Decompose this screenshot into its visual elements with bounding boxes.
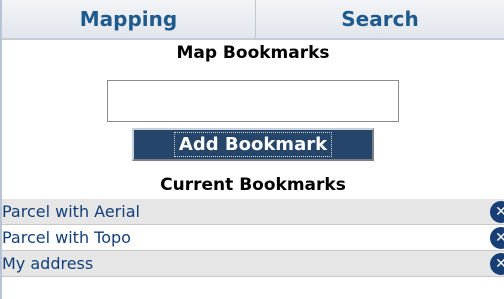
close-icon[interactable]: ✕ bbox=[490, 201, 504, 223]
bookmark-link[interactable]: Parcel with Aerial bbox=[2, 202, 140, 221]
bookmark-row-parcel-topo: Parcel with Topo ✕ bbox=[2, 225, 504, 251]
tab-search[interactable]: Search bbox=[256, 0, 504, 38]
close-icon[interactable]: ✕ bbox=[490, 253, 504, 275]
tab-mapping[interactable]: Mapping bbox=[2, 0, 256, 38]
bookmark-input-row bbox=[2, 80, 504, 122]
bookmark-row-parcel-aerial: Parcel with Aerial ✕ bbox=[2, 199, 504, 225]
tab-bar: Mapping Search bbox=[2, 0, 504, 40]
add-bookmark-row: Add Bookmark bbox=[2, 128, 504, 161]
map-bookmarks-title: Map Bookmarks bbox=[176, 43, 330, 63]
bookmark-name-input[interactable] bbox=[107, 80, 399, 122]
bookmarks-panel: Mapping Search Map Bookmarks Add Bookmar… bbox=[0, 0, 504, 299]
current-bookmarks-title: Current Bookmarks bbox=[160, 175, 346, 195]
bookmark-link[interactable]: Parcel with Topo bbox=[2, 228, 131, 247]
add-bookmark-button[interactable]: Add Bookmark bbox=[132, 128, 374, 161]
bookmark-list: Parcel with Aerial ✕ Parcel with Topo ✕ … bbox=[2, 199, 504, 277]
bookmark-row-my-address: My address ✕ bbox=[2, 251, 504, 277]
add-bookmark-label: Add Bookmark bbox=[173, 132, 333, 157]
close-icon[interactable]: ✕ bbox=[490, 227, 504, 249]
bookmark-link[interactable]: My address bbox=[2, 254, 93, 273]
